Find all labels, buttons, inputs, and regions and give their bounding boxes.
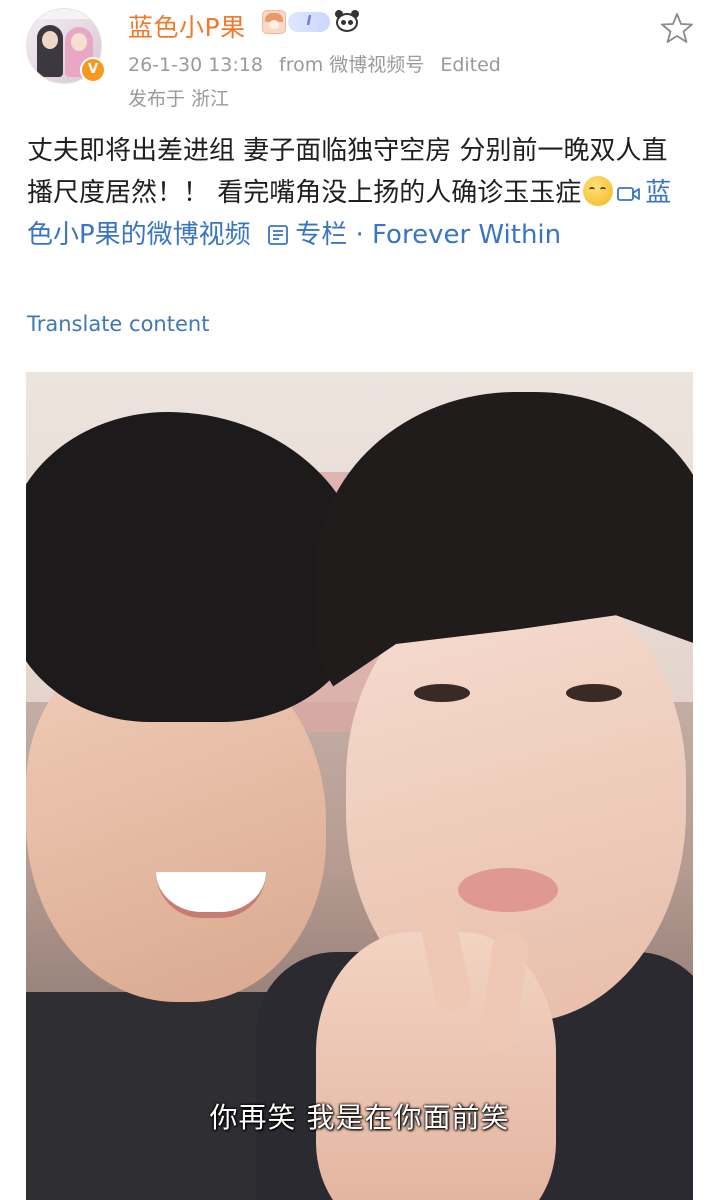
- source[interactable]: from 微博视频号: [279, 54, 424, 76]
- video-camera-icon: [617, 187, 641, 201]
- video-subtitle: 你再笑 我是在你面前笑: [209, 1101, 510, 1134]
- post-meta: 26-1-30 13:18 from 微博视频号 Edited: [128, 50, 511, 77]
- star-icon[interactable]: [661, 12, 693, 44]
- avatar-badge-icon: [262, 10, 286, 34]
- edited-label[interactable]: Edited: [440, 54, 501, 76]
- verified-badge-icon: V: [80, 57, 106, 83]
- username[interactable]: 蓝色小P果: [128, 8, 246, 44]
- column-link[interactable]: 专栏 · Forever Within: [267, 220, 561, 250]
- mbti-badge: I: [288, 12, 330, 32]
- translate-link[interactable]: Translate content: [27, 312, 209, 336]
- drooling-face-icon: [583, 176, 614, 206]
- column-link-label: 专栏 · Forever Within: [295, 220, 562, 250]
- post-text: 丈夫即将出差进组 妻子面临独守空房 分别前一晚双人直播尺度居然！！ 看完嘴角没上…: [27, 130, 687, 256]
- post-location: 发布于 浙江: [128, 88, 230, 110]
- column-icon: [268, 225, 289, 245]
- panda-badge-icon: [334, 9, 360, 33]
- post-body: 丈夫即将出差进组 妻子面临独守空房 分别前一晚双人直播尺度居然！！ 看完嘴角没上…: [27, 136, 668, 208]
- video-player[interactable]: 你再笑 我是在你面前笑: [26, 372, 693, 1200]
- timestamp: 26-1-30 13:18: [128, 54, 263, 76]
